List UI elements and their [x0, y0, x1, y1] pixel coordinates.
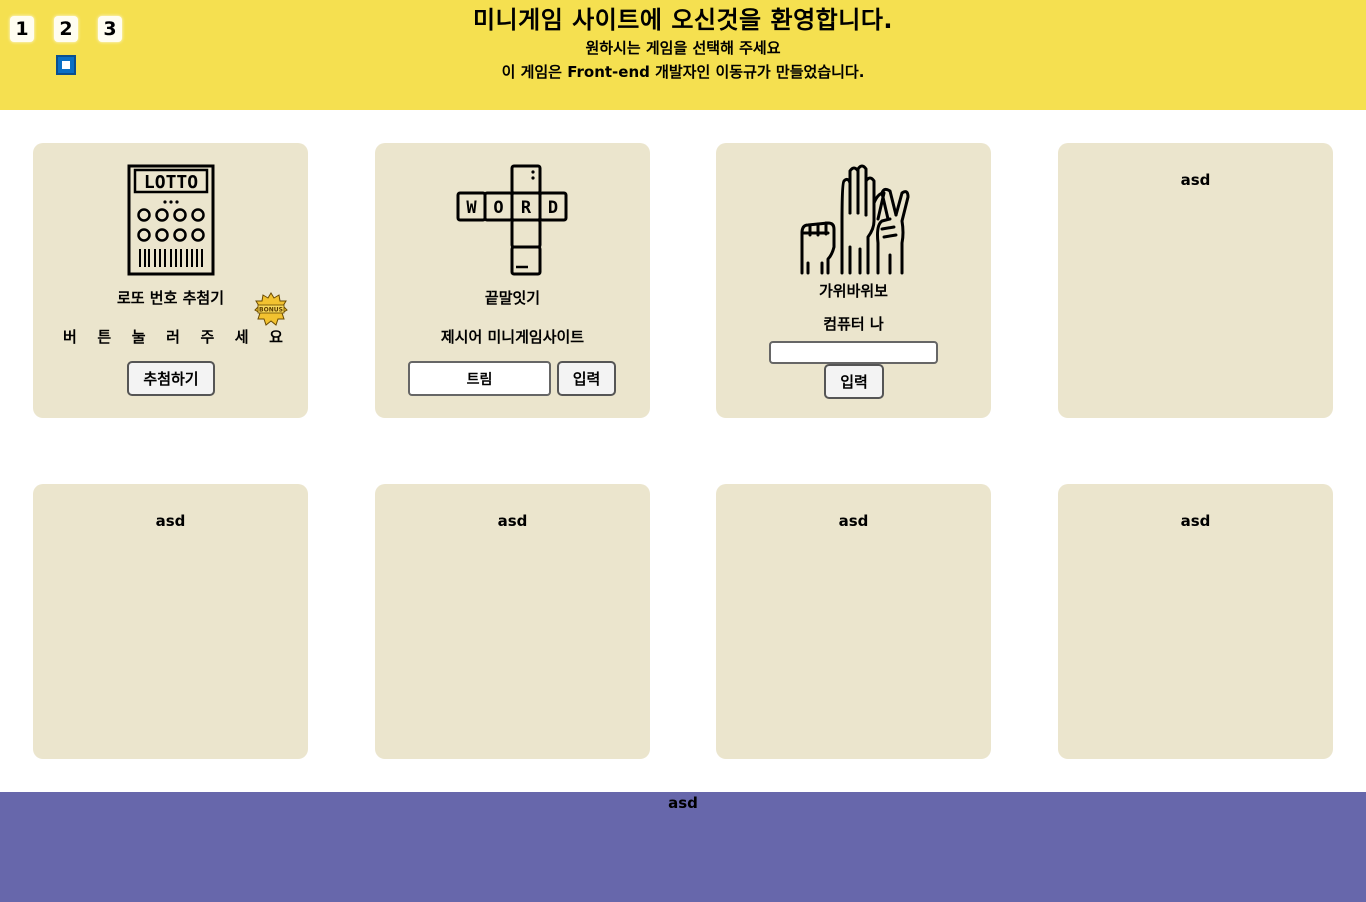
rps-card: 가위바위보 컴퓨터 나 입력	[716, 143, 991, 418]
instruction-char: 눌	[131, 328, 146, 346]
word-crossword-icon: W O R D	[456, 164, 568, 280]
placeholder-card: asd	[716, 484, 991, 759]
placeholder-text: asd	[1180, 171, 1211, 189]
instruction-char: 버	[63, 328, 77, 346]
word-input[interactable]	[408, 361, 551, 396]
lotto-icon: LOTTO	[127, 164, 215, 280]
word-submit-button[interactable]: 입력	[557, 361, 616, 396]
footer-text: asd	[668, 794, 698, 812]
placeholder-text: asd	[1180, 512, 1211, 530]
svg-text:O: O	[493, 198, 503, 218]
instruction-char: 러	[166, 328, 180, 346]
placeholder-card: asd	[33, 484, 308, 759]
bonus-badge-icon: BONUS	[254, 292, 288, 330]
rps-input[interactable]	[769, 341, 938, 364]
placeholder-text: asd	[838, 512, 869, 530]
lotto-instruction: 버 튼 눌 러 주 세 요	[63, 326, 283, 347]
svg-text:LOTTO: LOTTO	[144, 172, 198, 193]
word-chain-prompt: 제시어 미니게임사이트	[440, 328, 585, 346]
placeholder-text: asd	[155, 512, 186, 530]
rps-result: 컴퓨터 나	[823, 315, 884, 333]
placeholder-card: asd	[1058, 143, 1333, 418]
word-chain-title: 끝말잇기	[484, 289, 541, 307]
footer: asd	[0, 792, 1366, 902]
instruction-char: 주	[200, 328, 215, 346]
svg-text:D: D	[548, 198, 558, 218]
placeholder-text: asd	[497, 512, 528, 530]
placeholder-card: asd	[1058, 484, 1333, 759]
page-title: 미니게임 사이트에 오신것을 환영합니다.	[472, 6, 894, 34]
instruction-char: 요	[269, 328, 283, 346]
raised-hands-icon	[798, 163, 910, 279]
svg-text:W: W	[466, 198, 477, 218]
word-chain-card: W O R D 끝말잇기 제시어 미니게임사이트 입력	[375, 143, 650, 418]
header: 1 2 3 미니게임 사이트에 오신것을 환영합니다. 원하시는 게임을 선택해…	[0, 0, 1366, 110]
instruction-char: 튼	[97, 328, 112, 346]
header-titles: 미니게임 사이트에 오신것을 환영합니다. 원하시는 게임을 선택해 주세요 이…	[0, 5, 1366, 83]
lotto-card: LOTTO 로또 번호 추첨기 BONUS 버 튼 눌 러 주 세 요 추첨하기	[33, 143, 308, 418]
rps-title: 가위바위보	[818, 282, 888, 300]
rps-submit-button[interactable]: 입력	[824, 364, 884, 399]
instruction-char: 세	[234, 328, 249, 346]
page-credit: 이 게임은 Front-end 개발자인 이동규가 만들었습니다.	[501, 63, 865, 81]
page-subtitle: 원하시는 게임을 선택해 주세요	[585, 39, 781, 57]
lotto-draw-button[interactable]: 추첨하기	[127, 361, 215, 396]
placeholder-card: asd	[375, 484, 650, 759]
svg-text:BONUS: BONUS	[259, 307, 283, 314]
svg-text:R: R	[521, 198, 532, 218]
